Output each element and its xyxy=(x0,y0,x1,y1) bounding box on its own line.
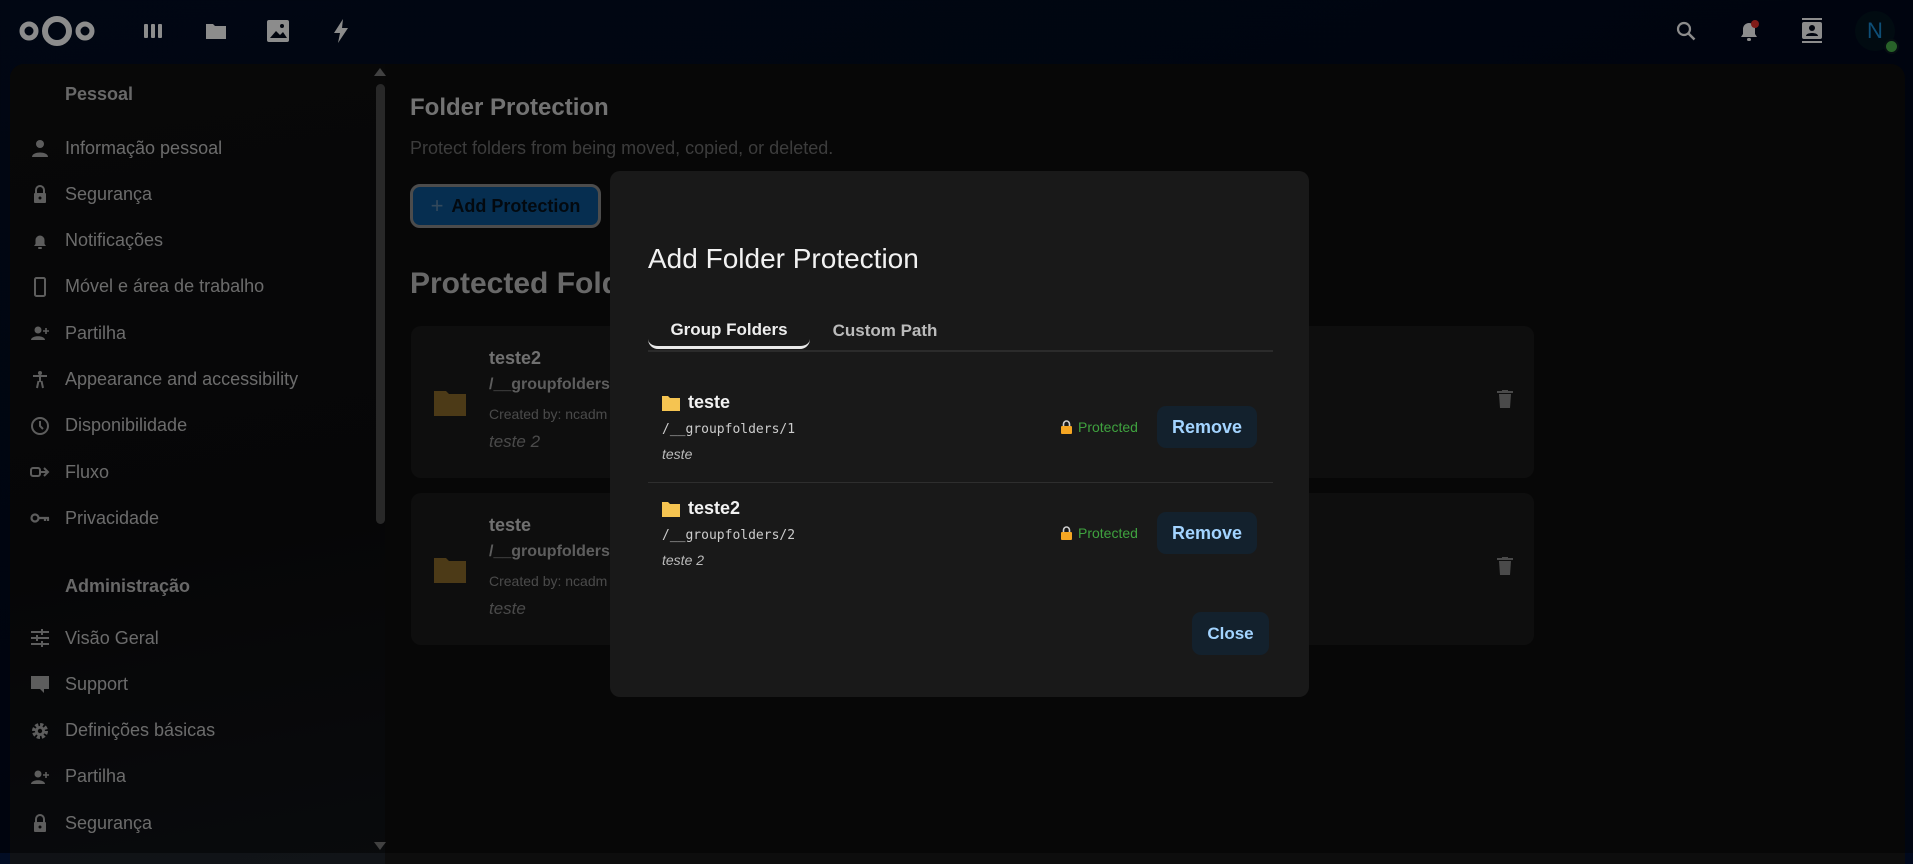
protected-status: Protected xyxy=(1061,419,1138,435)
remove-button[interactable]: Remove xyxy=(1157,406,1257,448)
item-path: /__groupfolders/1 xyxy=(662,422,796,437)
lock-icon xyxy=(1061,526,1072,540)
group-folder-item: teste /__groupfolders/1 teste Protected … xyxy=(648,378,1273,482)
item-description: teste 2 xyxy=(662,552,705,568)
protected-status: Protected xyxy=(1061,525,1138,541)
group-folder-item: teste2 /__groupfolders/2 teste 2 Protect… xyxy=(648,484,1273,588)
lock-icon xyxy=(1061,420,1072,434)
tabs-divider xyxy=(648,350,1273,352)
item-name: teste xyxy=(688,392,731,412)
folder-icon xyxy=(662,501,680,517)
protected-label: Protected xyxy=(1078,419,1138,435)
protected-label: Protected xyxy=(1078,525,1138,541)
row-divider xyxy=(648,482,1273,483)
dialog-title: Add Folder Protection xyxy=(648,243,919,274)
remove-button[interactable]: Remove xyxy=(1157,512,1257,554)
item-name: teste2 xyxy=(688,498,741,518)
add-folder-protection-dialog: Add Folder Protection Group Folders Cust… xyxy=(610,171,1309,697)
tab-group-folders[interactable]: Group Folders xyxy=(648,313,810,349)
item-description: teste xyxy=(662,446,693,462)
item-path: /__groupfolders/2 xyxy=(662,528,796,543)
folder-icon xyxy=(662,395,680,411)
close-button[interactable]: Close xyxy=(1192,612,1269,655)
tab-custom-path[interactable]: Custom Path xyxy=(815,313,955,349)
